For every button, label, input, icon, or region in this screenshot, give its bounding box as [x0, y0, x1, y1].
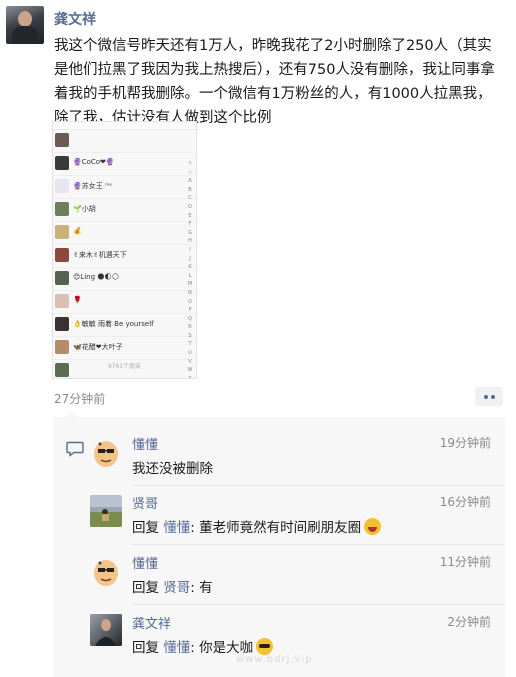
index-letter: T: [188, 341, 192, 348]
dot-icon: [483, 394, 488, 399]
comment-time: 19分钟前: [439, 436, 491, 450]
contact-row: 😊Ling 🌑🌓🌕: [53, 268, 196, 291]
commenter-avatar[interactable]: [90, 555, 122, 587]
comment-icon: [66, 441, 84, 457]
index-letter: C: [188, 195, 192, 202]
index-letter: G: [188, 229, 192, 236]
index-letter: F: [188, 221, 192, 228]
comment-body: 有: [199, 580, 213, 596]
index-letter: B: [188, 186, 192, 193]
commenter-name[interactable]: 懂懂: [132, 553, 158, 572]
comment-time: 11分钟前: [439, 555, 491, 569]
index-letter: D: [188, 203, 192, 210]
author-avatar[interactable]: [6, 6, 44, 44]
contact-row: 🌹: [53, 291, 196, 314]
contact-row: 🦋花醋❤大叶子: [53, 337, 196, 360]
contact-name: 💰: [73, 227, 82, 235]
index-letter: J: [189, 255, 191, 262]
reply-colon: :: [190, 580, 200, 596]
sunglasses-emoji-icon: [256, 638, 274, 655]
contact-avatar: [55, 271, 69, 285]
contact-avatar: [55, 294, 69, 308]
laugh-emoji-icon: [364, 518, 382, 535]
comment-text: 回复 懂懂: 董老师竟然有时间刷朋友圈: [132, 516, 382, 536]
reply-target-name[interactable]: 懂懂: [163, 640, 190, 656]
reply-label: 回复: [132, 580, 159, 596]
commenter-name[interactable]: 懂懂: [132, 434, 158, 453]
more-actions-button[interactable]: [475, 387, 503, 406]
contact-list: 🔮CoCo❤🔮 🔮苏女王 ᵐᵉ 🌱小胡 💰 ✌来木✌机遇天下 😊Ling 🌑🌓🌕 🌹 👌敏敏 …: [53, 130, 196, 378]
index-letter: P: [188, 307, 192, 314]
comment-time: 2分钟前: [447, 615, 491, 629]
contact-row: 👌敏敏 雨着 Be yourself: [53, 314, 196, 337]
contact-name: 🔮CoCo❤🔮: [73, 158, 115, 166]
contact-count: 9761个朋友: [107, 363, 142, 370]
index-letter: O: [188, 298, 192, 305]
comment-time: 16分钟前: [439, 495, 491, 509]
post-time: 27分钟前: [54, 392, 106, 406]
contact-avatar: [55, 225, 69, 239]
contact-avatar: [55, 340, 69, 354]
contact-avatar: [55, 133, 69, 147]
index-letter: S: [188, 332, 192, 339]
index-letter: ↑: [187, 161, 193, 167]
contact-name: 🦋花醋❤大叶子: [73, 343, 123, 351]
contact-row: ✌来木✌机遇天下: [53, 245, 196, 268]
commenter-avatar[interactable]: [90, 614, 122, 646]
reply-colon: :: [190, 640, 200, 656]
contact-name: 👌敏敏 雨着 Be yourself: [73, 320, 154, 328]
contact-row: 🔮CoCo❤🔮: [53, 153, 196, 176]
contact-name: 🌱小胡: [73, 205, 96, 213]
watermark: www.bdrj.vip: [236, 654, 313, 665]
contact-row: 🔮苏女王 ᵐᵉ: [53, 176, 196, 199]
contact-row: 🌱小胡: [53, 199, 196, 222]
contact-avatar: [55, 156, 69, 170]
post-author-name[interactable]: 龚文祥: [54, 9, 96, 29]
index-letter: K: [188, 264, 192, 271]
commenter-name[interactable]: 龚文祥: [132, 613, 171, 632]
contact-avatar: [55, 179, 69, 193]
reply-label: 回复: [132, 640, 159, 656]
index-letter: N: [188, 289, 192, 296]
contact-row: [53, 130, 196, 153]
contact-name: 😊Ling 🌑🌓🌕: [73, 273, 120, 281]
index-letter: ☆: [187, 169, 193, 176]
reply-target-name[interactable]: 贤哥: [163, 580, 190, 596]
comment-text: 回复 懂懂: 你是大咖: [132, 636, 274, 656]
comment-body: 董老师竟然有时间刷朋友圈: [199, 520, 362, 536]
contact-name: 🔮苏女王 ᵐᵉ: [73, 182, 113, 190]
dot-icon: [490, 394, 495, 399]
index-letter: U: [188, 350, 192, 357]
index-letter: A: [188, 178, 192, 185]
commenter-avatar[interactable]: [90, 436, 122, 468]
index-letter: R: [188, 324, 192, 331]
contact-name: 🌹: [73, 296, 82, 304]
alphabet-index: ↑☆ABCDEFGHIJKLMNOPQRSTUVWXYZ#: [187, 160, 193, 378]
contact-row: 💰: [53, 222, 196, 245]
comments-panel: 懂懂 19分钟前 我还没被删除 贤哥 16分钟前 回复 懂懂: 董老师竟然有时间…: [53, 411, 505, 677]
comment-divider: [132, 604, 505, 605]
contact-avatar: [55, 317, 69, 331]
reply-target-name[interactable]: 懂懂: [163, 520, 190, 536]
contact-avatar: [55, 248, 69, 262]
post-image[interactable]: 🔮CoCo❤🔮 🔮苏女王 ᵐᵉ 🌱小胡 💰 ✌来木✌机遇天下 😊Ling 🌑🌓🌕 🌹 👌敏敏 …: [52, 121, 197, 379]
reply-label: 回复: [132, 520, 159, 536]
index-letter: L: [188, 272, 192, 279]
index-letter: H: [188, 238, 192, 245]
comment-divider: [132, 544, 505, 545]
contact-avatar: [55, 202, 69, 216]
contact-name: ✌来木✌机遇天下: [73, 251, 127, 259]
commenter-avatar[interactable]: [90, 495, 122, 527]
comment-divider: [132, 485, 505, 486]
index-letter: Q: [188, 315, 192, 322]
commenter-name[interactable]: 贤哥: [132, 493, 158, 512]
post-text: 我这个微信号昨天还有1万人，昨晚我花了2小时删除了250人（其实是他们拉黑了我因…: [54, 38, 495, 126]
reply-colon: :: [190, 520, 200, 536]
index-letter: I: [189, 246, 191, 253]
index-letter: M: [187, 281, 193, 288]
comment-text: 我还没被删除: [132, 461, 213, 477]
index-letter: E: [188, 212, 192, 219]
image-topbar: [53, 122, 196, 130]
comment-text: 回复 贤哥: 有: [132, 576, 213, 596]
